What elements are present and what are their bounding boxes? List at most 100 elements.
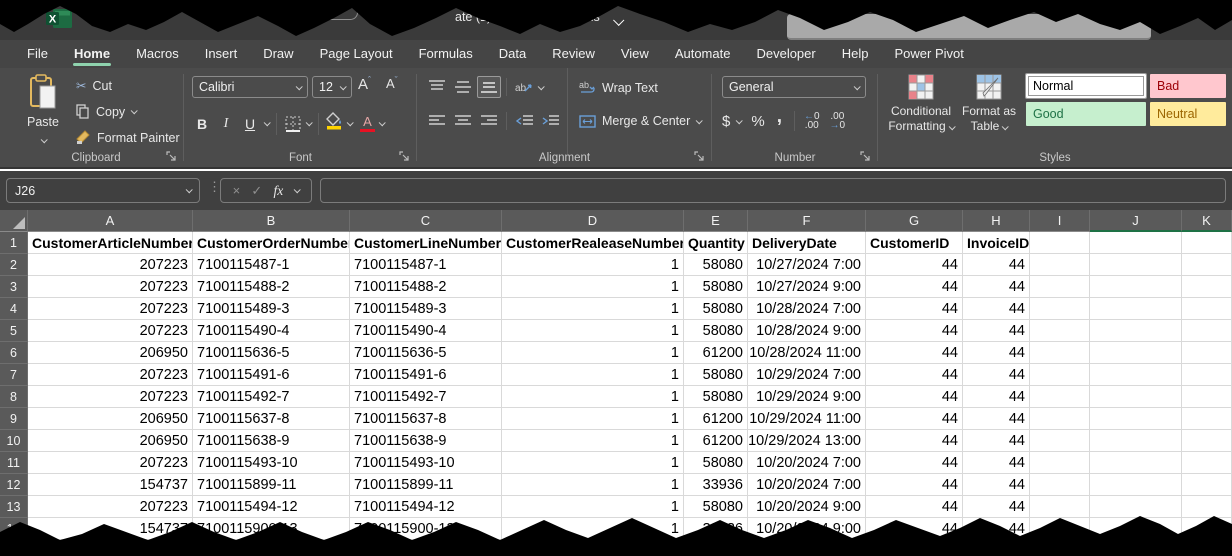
column-header-J[interactable]: J: [1090, 210, 1182, 232]
cell[interactable]: [1090, 232, 1182, 254]
cell[interactable]: 207223: [28, 320, 193, 342]
cell[interactable]: 7100115493-10: [350, 452, 502, 474]
align-center-icon[interactable]: [451, 110, 475, 132]
cell[interactable]: [1030, 452, 1090, 474]
style-tile-neutral[interactable]: Neutral: [1150, 102, 1226, 126]
cell[interactable]: 44: [963, 342, 1030, 364]
tab-help[interactable]: Help: [829, 42, 882, 67]
cell[interactable]: 207223: [28, 496, 193, 518]
cell[interactable]: 44: [963, 298, 1030, 320]
cell[interactable]: [1090, 452, 1182, 474]
cell[interactable]: 10/20/2024 9:00: [748, 496, 866, 518]
increase-indent-icon[interactable]: [538, 110, 562, 132]
column-header-K[interactable]: K: [1182, 210, 1232, 232]
cell[interactable]: Quantity: [684, 232, 748, 254]
align-right-icon[interactable]: [477, 110, 501, 132]
row-header-10[interactable]: 10: [0, 430, 28, 452]
column-header-H[interactable]: H: [963, 210, 1030, 232]
column-header-A[interactable]: A: [28, 210, 193, 232]
cell[interactable]: 1: [502, 452, 684, 474]
number-dialog-launcher-icon[interactable]: [860, 151, 872, 163]
conditional-formatting-button[interactable]: Conditional Formatting: [888, 74, 954, 134]
decrease-indent-icon[interactable]: [512, 110, 536, 132]
cell[interactable]: [1182, 298, 1232, 320]
cell[interactable]: 207223: [28, 254, 193, 276]
search-box-fragment[interactable]: [787, 14, 1151, 40]
cell[interactable]: [1090, 364, 1182, 386]
cell[interactable]: 207223: [28, 452, 193, 474]
cell[interactable]: [1182, 452, 1232, 474]
row-header-9[interactable]: 9: [0, 408, 28, 430]
cell[interactable]: 7100115494-12: [193, 496, 350, 518]
cell[interactable]: 7100115492-7: [350, 386, 502, 408]
cell[interactable]: 44: [866, 364, 963, 386]
cell[interactable]: 7100115637-8: [193, 408, 350, 430]
font-color-button[interactable]: A: [360, 115, 375, 133]
format-as-table-button[interactable]: Format as Table: [958, 74, 1020, 134]
style-tile-good[interactable]: Good: [1026, 102, 1146, 126]
cell[interactable]: 44: [866, 254, 963, 276]
cell[interactable]: [1090, 430, 1182, 452]
cell[interactable]: 44: [963, 518, 1030, 540]
cell[interactable]: 10/29/2024 7:00: [748, 364, 866, 386]
merge-center-button[interactable]: Merge & Center: [579, 114, 701, 128]
font-size-select[interactable]: 12: [312, 76, 352, 98]
cell[interactable]: 1: [502, 430, 684, 452]
format-painter-button[interactable]: Format Painter: [76, 130, 180, 145]
cell[interactable]: 1: [502, 408, 684, 430]
cell[interactable]: 1: [502, 298, 684, 320]
cell[interactable]: 1: [502, 254, 684, 276]
cell[interactable]: 1: [502, 342, 684, 364]
cell[interactable]: 7100115900-13: [350, 518, 502, 540]
cell[interactable]: 1: [502, 320, 684, 342]
cell[interactable]: [1182, 276, 1232, 298]
clipboard-dialog-launcher-icon[interactable]: [166, 151, 178, 163]
cell[interactable]: 61200: [684, 408, 748, 430]
cell[interactable]: [1030, 408, 1090, 430]
bold-button[interactable]: B: [192, 113, 212, 135]
tab-home[interactable]: Home: [61, 42, 123, 67]
cell[interactable]: 10/29/2024 9:00: [748, 386, 866, 408]
cell[interactable]: CustomerRealeaseNumber: [502, 232, 684, 254]
cell[interactable]: 7100115487-1: [350, 254, 502, 276]
accounting-format-icon[interactable]: $: [722, 113, 730, 130]
cell[interactable]: [1030, 364, 1090, 386]
tab-page-layout[interactable]: Page Layout: [307, 42, 406, 67]
cell[interactable]: [1030, 496, 1090, 518]
cell[interactable]: 206950: [28, 342, 193, 364]
cell[interactable]: 44: [963, 496, 1030, 518]
cell[interactable]: [1030, 276, 1090, 298]
cell[interactable]: 1: [502, 496, 684, 518]
row-header-7[interactable]: 7: [0, 364, 28, 386]
cell[interactable]: 58080: [684, 276, 748, 298]
cell[interactable]: 10/20/2024 7:00: [748, 452, 866, 474]
cell[interactable]: [1030, 342, 1090, 364]
row-header-4[interactable]: 4: [0, 298, 28, 320]
cell[interactable]: 154737: [28, 518, 193, 540]
cell[interactable]: [1182, 518, 1232, 540]
cell[interactable]: [1182, 364, 1232, 386]
cell[interactable]: 44: [866, 408, 963, 430]
cell[interactable]: 7100115492-7: [193, 386, 350, 408]
row-header-3[interactable]: 3: [0, 276, 28, 298]
column-header-B[interactable]: B: [193, 210, 350, 232]
column-header-G[interactable]: G: [866, 210, 963, 232]
cell[interactable]: [1090, 342, 1182, 364]
align-top-icon[interactable]: [425, 76, 449, 98]
column-header-D[interactable]: D: [502, 210, 684, 232]
cell[interactable]: 7100115493-10: [193, 452, 350, 474]
column-header-E[interactable]: E: [684, 210, 748, 232]
underline-button[interactable]: U: [240, 113, 260, 135]
cell[interactable]: 44: [963, 320, 1030, 342]
cell[interactable]: 7100115636-5: [350, 342, 502, 364]
cell[interactable]: [1030, 474, 1090, 496]
formula-input[interactable]: [320, 178, 1226, 203]
number-format-select[interactable]: General: [722, 76, 866, 98]
borders-icon[interactable]: [284, 115, 302, 133]
cell[interactable]: [1090, 474, 1182, 496]
cell[interactable]: 44: [866, 452, 963, 474]
font-name-select[interactable]: Calibri: [192, 76, 308, 98]
align-middle-icon[interactable]: [451, 76, 475, 98]
cell[interactable]: 44: [866, 276, 963, 298]
column-header-I[interactable]: I: [1030, 210, 1090, 232]
